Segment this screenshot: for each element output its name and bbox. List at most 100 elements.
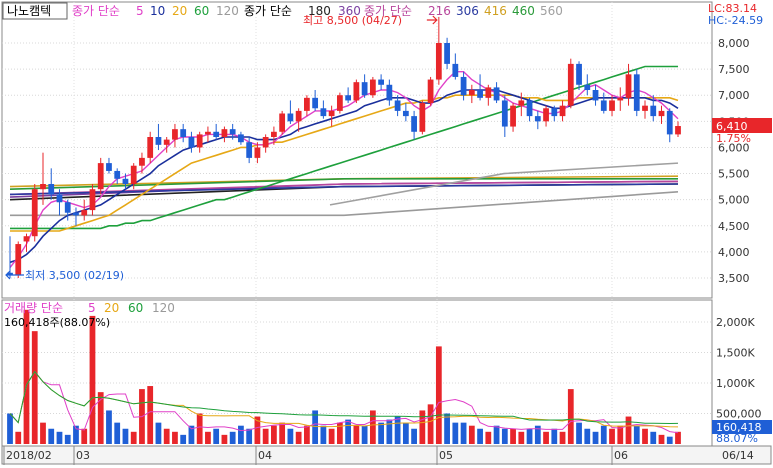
volume-bar <box>633 425 640 444</box>
volume-bar <box>526 428 533 444</box>
x-axis-label: 03 <box>76 449 90 462</box>
x-axis-label: 04 <box>258 449 272 462</box>
candle-body <box>600 100 607 111</box>
candle-body <box>304 97 310 111</box>
candle-body <box>419 103 426 132</box>
candle-body <box>180 129 187 137</box>
candle-body <box>642 105 648 111</box>
volume-bar <box>666 436 673 444</box>
candle-body <box>89 189 96 211</box>
volume-bar <box>229 431 236 444</box>
volume-bar <box>592 431 599 444</box>
price-y-tick: 7,000 <box>718 89 750 102</box>
volume-bar <box>40 422 46 444</box>
candle-body <box>666 110 673 135</box>
candle-body <box>97 163 104 190</box>
candle-body <box>73 212 79 216</box>
volume-bar <box>361 425 368 444</box>
volume-bar <box>369 410 376 444</box>
price-y-tick: 4,000 <box>718 246 750 259</box>
volume-bar <box>114 422 121 444</box>
volume-bar <box>576 422 582 444</box>
candle-body <box>452 63 459 77</box>
candle-body <box>15 244 22 276</box>
candle-body <box>295 110 302 122</box>
candle-body <box>460 76 467 96</box>
candle-body <box>510 105 516 127</box>
volume-bar <box>279 422 286 444</box>
volume-bar <box>378 422 384 444</box>
ma-long2-legend-period: 216 <box>428 4 451 18</box>
volume-bar <box>81 428 88 444</box>
price-change: 1.75% <box>716 132 751 145</box>
candle-body <box>139 157 145 166</box>
candle-body <box>155 137 162 145</box>
ma-legend-period: 60 <box>194 4 209 18</box>
candle-body <box>576 63 582 85</box>
candle-body <box>386 84 393 101</box>
volume-bar <box>353 425 360 444</box>
ma-legend-period: 5 <box>136 4 144 18</box>
candle-body <box>559 105 566 117</box>
volume-bar <box>675 431 681 444</box>
volume-y-tick: 1,500K <box>716 347 755 360</box>
candle-body <box>435 43 442 80</box>
volume-badge-pct: 88.07% <box>716 432 758 445</box>
candle-body <box>262 137 269 148</box>
x-axis-label: 05 <box>439 449 453 462</box>
candle-body <box>444 43 450 64</box>
volume-bar <box>48 428 55 444</box>
price-y-tick: 3,500 <box>718 272 750 285</box>
volume-bar <box>205 431 211 444</box>
volume-bar <box>295 431 302 444</box>
candle-body <box>633 74 640 111</box>
volume-legend-period: 5 <box>88 301 96 315</box>
volume-bar <box>460 422 467 444</box>
price-panel <box>1 1 713 299</box>
candle-body <box>336 95 343 111</box>
x-axis-label-last: 06/14 <box>722 449 754 462</box>
candle-body <box>477 90 483 98</box>
candle-body <box>320 108 327 117</box>
candle-body <box>468 90 475 96</box>
volume-bar <box>477 428 483 444</box>
candle-body <box>592 90 599 101</box>
ma-legend-period: 10 <box>150 4 165 18</box>
volume-bar <box>658 434 665 444</box>
low-annotation: 최저 3,500 (02/19) <box>25 269 124 282</box>
volume-bar <box>543 431 549 444</box>
volume-bar <box>130 431 137 444</box>
candle-body <box>369 79 376 96</box>
candle-body <box>23 236 30 242</box>
candle-body <box>172 129 178 140</box>
volume-legend-period: 120 <box>152 301 175 315</box>
volume-bar <box>172 431 178 444</box>
volume-bar <box>345 419 352 444</box>
candle-body <box>56 194 63 203</box>
candle-body <box>551 108 558 117</box>
candle-body <box>609 100 615 111</box>
volume-y-tick: 1,000K <box>716 377 755 390</box>
volume-bar <box>427 404 434 444</box>
candle-body <box>213 131 220 137</box>
candle-body <box>625 74 632 98</box>
volume-bar <box>304 425 310 444</box>
ma-long2-legend-period: 306 <box>456 4 479 18</box>
candle-body <box>48 184 55 195</box>
candle-body <box>163 139 170 145</box>
volume-bar <box>411 428 417 444</box>
candle-body <box>130 165 137 184</box>
volume-bar <box>15 431 22 444</box>
candle-body <box>246 142 253 158</box>
candle-body <box>254 147 261 158</box>
volume-legend-period: 20 <box>104 301 119 315</box>
volume-bar <box>493 425 500 444</box>
x-axis-label: 2018/02 <box>6 449 52 462</box>
candle-body <box>229 129 236 135</box>
volume-bar <box>106 410 112 444</box>
volume-y-tick: 2,000K <box>716 316 755 329</box>
candle-body <box>81 210 88 216</box>
chart-canvas: 3,5004,0004,5005,0005,5006,0006,5007,000… <box>1 1 772 465</box>
volume-bar <box>312 410 319 444</box>
volume-bar <box>551 428 558 444</box>
